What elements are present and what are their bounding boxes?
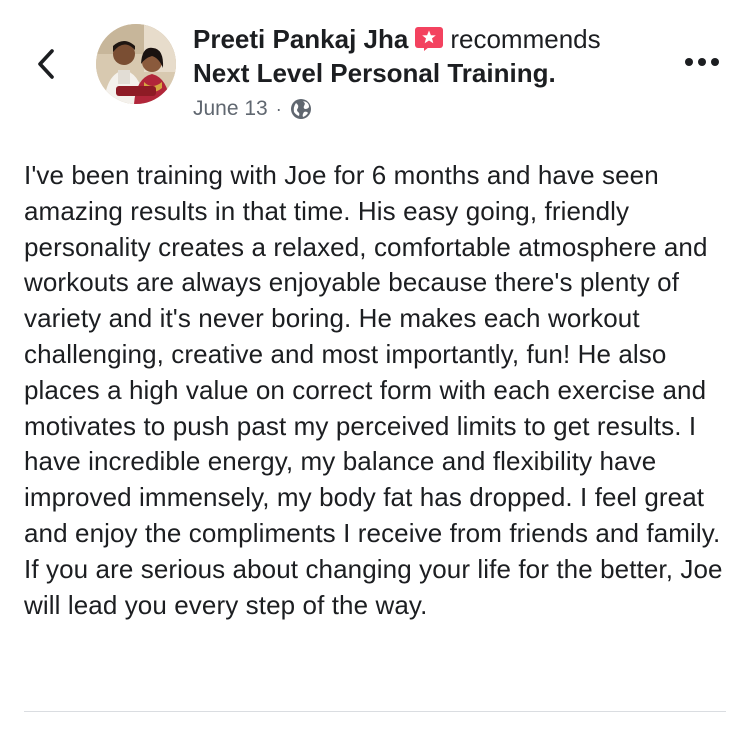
post-text: I've been training with Joe for 6 months… bbox=[24, 160, 723, 620]
profile-photo bbox=[96, 24, 176, 104]
recommends-text: recommends bbox=[450, 24, 601, 54]
post-header: Preeti Pankaj Jha recommends Next Level … bbox=[193, 22, 663, 124]
divider bbox=[24, 711, 726, 712]
author-name[interactable]: Preeti Pankaj Jha bbox=[193, 24, 408, 54]
post-date[interactable]: June 13 bbox=[193, 94, 268, 124]
avatar[interactable] bbox=[96, 24, 176, 104]
more-options-button[interactable] bbox=[682, 50, 722, 74]
post-meta: June 13 · bbox=[193, 94, 663, 124]
header-title-line: Preeti Pankaj Jha recommends bbox=[193, 22, 663, 56]
page-name-line: Next Level Personal Training. bbox=[193, 56, 663, 90]
more-horizontal-icon bbox=[685, 58, 719, 66]
chevron-left-icon bbox=[38, 49, 54, 79]
back-button[interactable] bbox=[30, 44, 62, 84]
globe-icon bbox=[290, 98, 312, 120]
recommendation-star-icon bbox=[414, 26, 444, 52]
post-body: I've been training with Joe for 6 months… bbox=[24, 158, 732, 623]
meta-separator: · bbox=[275, 99, 282, 119]
page-name-link[interactable]: Next Level Personal Training. bbox=[193, 58, 556, 88]
